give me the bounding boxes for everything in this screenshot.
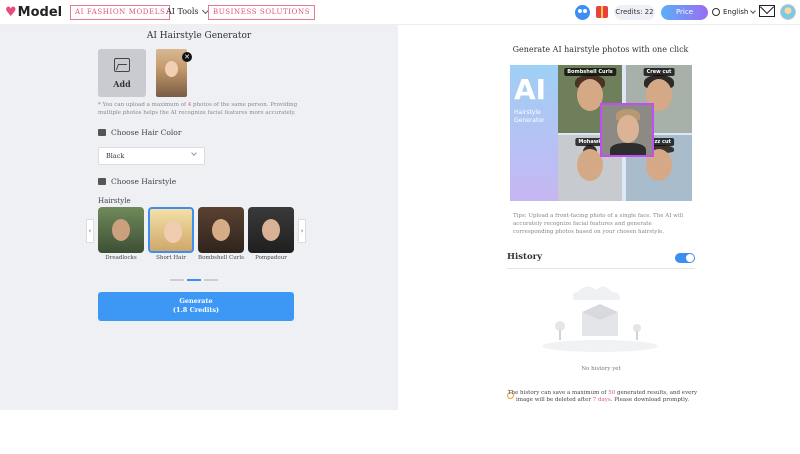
nav-ai-tools[interactable]: AI Tools xyxy=(166,6,209,16)
globe-icon xyxy=(712,8,720,16)
footer-suffix: . Please download promptly. xyxy=(610,397,689,403)
style-label-pompadour: Pompadour xyxy=(255,255,287,261)
face xyxy=(617,115,639,143)
chevron-down-icon xyxy=(750,7,757,14)
generate-credits: (1.8 Credits) xyxy=(172,306,220,314)
history-title: History xyxy=(507,252,543,262)
hairstyle-icon xyxy=(98,178,106,185)
hair-color-value: Black xyxy=(106,152,125,160)
tag-crew-cut: Crew cut xyxy=(643,68,675,76)
history-toggle[interactable] xyxy=(675,253,695,263)
ai-banner-subtitle: Hairstyle Generator xyxy=(514,109,544,125)
footer-prefix: The history can save a maximum of xyxy=(507,390,609,396)
scroll-left-button[interactable]: ‹ xyxy=(86,219,94,243)
ai-banner-subtitle-line2: Generator xyxy=(514,117,545,124)
heart-logo-icon: ♥ xyxy=(5,5,17,20)
palette-icon xyxy=(98,129,106,136)
nav-ai-tools-label: AI Tools xyxy=(166,7,199,16)
style-label-dreadlocks: Dreadlocks xyxy=(105,255,137,261)
hair-color-section-label: Choose Hair Color xyxy=(98,128,181,137)
face xyxy=(164,221,182,243)
hairstyle-label: Choose Hairstyle xyxy=(111,177,177,186)
generate-label: Generate xyxy=(179,297,213,305)
upload-note-prefix: * You can upload a maximum of xyxy=(98,102,188,108)
carousel-indicator xyxy=(170,279,218,281)
face xyxy=(165,61,178,77)
style-card-pompadour[interactable] xyxy=(248,207,294,253)
style-label-short-hair: Short Hair xyxy=(156,255,186,261)
generate-button[interactable]: Generate (1.8 Credits) xyxy=(98,292,294,321)
left-panel: AI Hairstyle Generator Add ✕ * You can u… xyxy=(0,25,398,410)
community-icon[interactable] xyxy=(575,5,590,20)
hair-color-select[interactable]: Black xyxy=(98,147,205,165)
add-image-icon xyxy=(114,58,130,72)
user-avatar[interactable] xyxy=(780,4,796,20)
style-card-short-hair[interactable] xyxy=(148,207,194,253)
shirt xyxy=(610,143,646,155)
language-label: English xyxy=(723,8,749,16)
ai-banner-text: AI xyxy=(514,73,547,106)
add-photo-button[interactable]: Add xyxy=(98,49,146,97)
remove-photo-icon[interactable]: ✕ xyxy=(182,52,192,62)
footer-days: 7 days xyxy=(592,397,611,403)
carousel-dot[interactable] xyxy=(204,279,218,281)
carousel-dot-active[interactable] xyxy=(187,279,201,281)
face xyxy=(212,219,230,241)
add-photo-label: Add xyxy=(113,79,131,89)
chevron-down-icon xyxy=(191,150,197,156)
ai-banner-subtitle-line1: Hairstyle xyxy=(514,109,541,116)
hairstyle-section-label: Choose Hairstyle xyxy=(98,177,176,186)
credits-badge[interactable]: Credits: 22 xyxy=(614,5,655,20)
style-card-bombshell-curls[interactable] xyxy=(198,207,244,253)
face xyxy=(112,219,130,241)
logo[interactable]: ♥ Model xyxy=(5,5,62,20)
example-collage-image: AI Hairstyle Generator Bombshell Curls C… xyxy=(510,65,692,201)
price-button[interactable]: Price xyxy=(661,5,708,20)
empty-box-illustration xyxy=(542,286,658,352)
right-panel-title: Generate AI hairstyle photos with one cl… xyxy=(512,45,689,54)
divider xyxy=(507,268,695,269)
style-card-dreadlocks[interactable] xyxy=(98,207,144,253)
top-navigation-bar: ♥ Model AI FASHION MODELS AI Tools BUSIN… xyxy=(0,0,800,25)
upload-note: * You can upload a maximum of 4 photos o… xyxy=(98,101,318,117)
logo-text: Model xyxy=(17,5,63,20)
ai-banner: AI Hairstyle Generator xyxy=(510,65,558,201)
hair-color-label: Choose Hair Color xyxy=(111,128,182,137)
style-label-bombshell-curls: Bombshell Curls xyxy=(198,255,244,261)
nav-business-solutions[interactable]: BUSINESS SOLUTIONS xyxy=(208,5,316,20)
no-history-text: No history yet xyxy=(581,366,621,372)
carousel-dot[interactable] xyxy=(170,279,184,281)
example-original-face xyxy=(600,103,654,157)
nav-ai-fashion-models[interactable]: AI FASHION MODELS xyxy=(70,5,171,20)
mail-icon[interactable] xyxy=(759,5,775,17)
history-retention-note: The history can save a maximum of 50 gen… xyxy=(505,390,700,404)
hairstyle-sublabel: Hairstyle xyxy=(98,197,131,205)
scroll-right-button[interactable]: › xyxy=(298,219,306,243)
page-title: AI Hairstyle Generator xyxy=(146,31,252,41)
tips-text: Tips: Upload a front-facing photo of a s… xyxy=(513,213,684,235)
tag-bombshell-curls: Bombshell Curls xyxy=(564,68,616,76)
language-selector[interactable]: English xyxy=(712,7,757,16)
face xyxy=(262,219,280,241)
gift-icon[interactable] xyxy=(596,6,608,18)
